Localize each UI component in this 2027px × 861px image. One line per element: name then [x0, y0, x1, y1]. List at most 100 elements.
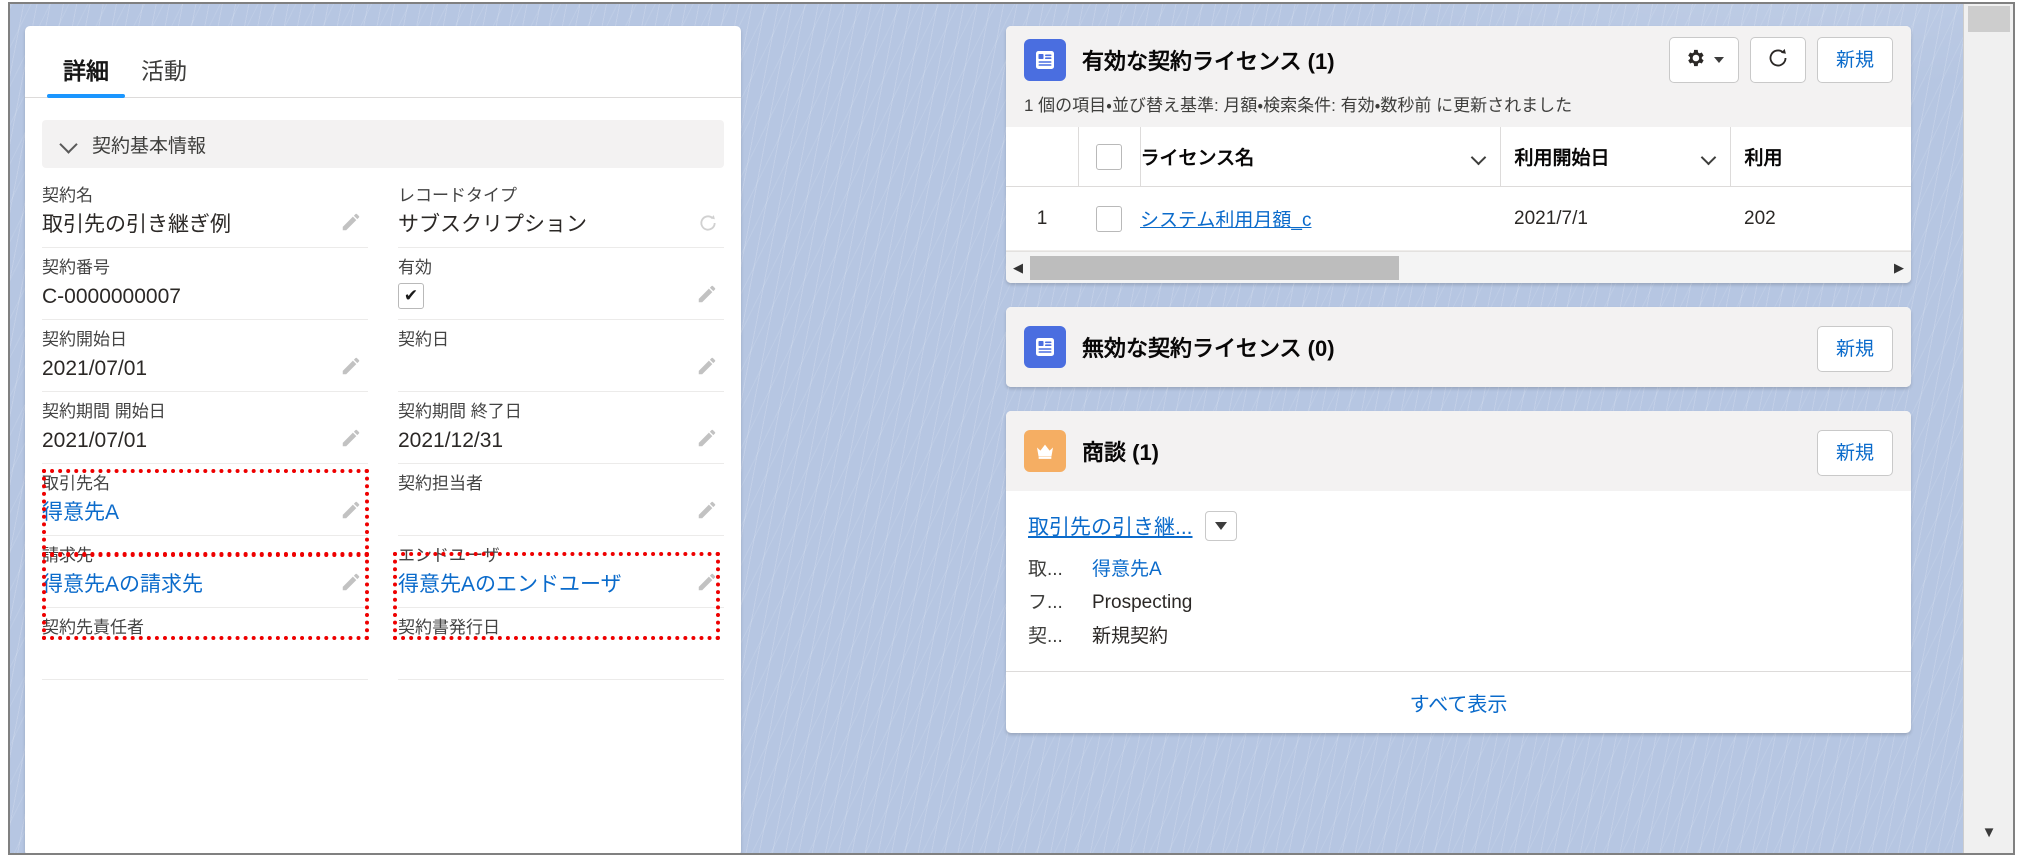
field-value	[398, 355, 724, 382]
active-checkbox[interactable]: ✔	[398, 282, 424, 309]
col-start-date[interactable]: 利用開始日	[1500, 127, 1731, 187]
edit-pencil-icon[interactable]	[340, 499, 362, 521]
field-value: 2021/07/01	[42, 356, 148, 380]
col-end-date[interactable]: 利用	[1730, 127, 1911, 187]
field-value: C-0000000007	[42, 284, 181, 308]
scroll-thumb[interactable]	[1968, 6, 2010, 32]
row-checkbox[interactable]	[1096, 205, 1122, 232]
opportunity-name-link[interactable]: 取引先の引き継...	[1028, 511, 1193, 541]
table-row[interactable]: 1 システム利用月額_c 2021/7/1 202	[1006, 186, 1911, 251]
field-value: サブスクリプション	[398, 212, 587, 236]
cell-select	[1078, 186, 1140, 251]
section-title: 契約基本情報	[92, 135, 207, 157]
card-title-row: 商談 (1)	[1024, 430, 1893, 472]
opportunity-field-value-link[interactable]: 得意先A	[1092, 553, 1162, 586]
field-label: 請求先	[42, 546, 93, 565]
tab-activity[interactable]: 活動	[125, 60, 203, 97]
edit-pencil-icon[interactable]	[340, 211, 362, 233]
license-table: ライセンス名 利用開始日 利用 1 システム利用月額_c 2021/7/1 20…	[1006, 127, 1911, 251]
field-value-wrap: ✔	[398, 282, 724, 310]
chevron-down-icon	[1702, 152, 1716, 161]
opportunity-row-menu-button[interactable]	[1204, 511, 1237, 541]
field-label: 契約名	[42, 186, 93, 205]
edit-pencil-icon[interactable]	[340, 355, 362, 377]
opportunity-field-label: 取...	[1028, 559, 1063, 580]
edit-pencil-icon[interactable]	[696, 571, 718, 593]
field-term-end-date: 契約期間 終了日 2021/12/31	[398, 392, 724, 464]
card-header: 商談 (1) 新規	[1006, 411, 1911, 491]
edit-pencil-icon[interactable]	[696, 283, 718, 305]
field-contract-owner: 契約担当者	[398, 464, 724, 536]
list-item: フ... Prospecting	[1028, 586, 1889, 619]
gear-icon	[1684, 47, 1706, 73]
scroll-right-arrow-icon[interactable]: ▶	[1887, 261, 1911, 274]
new-opportunity-button-label: 新規	[1835, 442, 1874, 464]
field-contract-contact: 契約先責任者	[42, 608, 368, 680]
field-contract-start-date: 契約開始日 2021/07/01	[42, 320, 368, 392]
edit-pencil-icon[interactable]	[696, 355, 718, 377]
new-inactive-license-button-label: 新規	[1835, 338, 1874, 360]
record-detail-panel: 詳細 活動 契約基本情報 契約名 取引先の引き継ぎ例 レコードタイプ サブスクリ…	[25, 26, 741, 853]
field-label: 契約期間 終了日	[398, 402, 522, 421]
field-value-link[interactable]: 得意先Aのエンドユーザ	[398, 571, 724, 598]
chevron-down-icon	[1472, 152, 1486, 161]
license-record-icon	[1024, 39, 1066, 81]
field-label: 有効	[398, 258, 432, 277]
edit-pencil-icon[interactable]	[340, 427, 362, 449]
card-title: 有効な契約ライセンス (1)	[1082, 49, 1335, 74]
chevron-down-icon	[1214, 522, 1227, 530]
field-contract-issue-date: 契約書発行日	[398, 608, 724, 680]
col-license-name[interactable]: ライセンス名	[1140, 127, 1501, 187]
col-end-date-label: 利用	[1744, 148, 1783, 169]
section-header-contract-basic-info[interactable]: 契約基本情報	[42, 120, 724, 168]
list-settings-button[interactable]	[1668, 37, 1739, 83]
view-all-opportunities-link[interactable]: すべて表示	[1006, 670, 1911, 733]
scroll-down-arrow-icon[interactable]: ▼	[1964, 817, 2013, 847]
page-canvas: 詳細 活動 契約基本情報 契約名 取引先の引き継ぎ例 レコードタイプ サブスクリ…	[10, 4, 1963, 853]
new-opportunity-button[interactable]: 新規	[1816, 430, 1893, 476]
field-contract-name: 契約名 取引先の引き継ぎ例	[42, 176, 368, 248]
field-record-type: レコードタイプ サブスクリプション	[398, 176, 724, 248]
field-contract-number: 契約番号 C-0000000007	[42, 248, 368, 320]
field-value-link[interactable]: 得意先Aの請求先	[42, 571, 368, 598]
refresh-icon[interactable]	[698, 213, 718, 233]
col-license-name-label: ライセンス名	[1140, 148, 1255, 169]
field-active: 有効 ✔	[398, 248, 724, 320]
tab-details[interactable]: 詳細	[47, 58, 125, 98]
field-label: 契約期間 開始日	[42, 402, 166, 421]
card-title: 無効な契約ライセンス (0)	[1082, 336, 1335, 361]
window-vertical-scrollbar[interactable]: ▼	[1963, 4, 2013, 853]
detail-tab-bar: 詳細 活動	[25, 26, 741, 98]
field-term-start-date: 契約期間 開始日 2021/07/01	[42, 392, 368, 464]
field-label: 契約書発行日	[398, 618, 500, 637]
scroll-thumb[interactable]	[1030, 256, 1399, 280]
refresh-list-button[interactable]	[1749, 37, 1806, 83]
table-horizontal-scrollbar[interactable]: ◀ ▶	[1006, 251, 1911, 283]
cell-row-number: 1	[1006, 186, 1078, 251]
cell-end-date: 202	[1730, 186, 1911, 251]
scroll-left-arrow-icon[interactable]: ◀	[1006, 261, 1030, 274]
card-subtitle: 1 個の項目・並び替え基準: 月額・検索条件: 有効・数秒前 に更新されました	[1024, 96, 1573, 115]
license-name-link[interactable]: システム利用月額_c	[1140, 210, 1312, 231]
new-inactive-license-button[interactable]: 新規	[1816, 326, 1893, 372]
field-value-link[interactable]: 得意先A	[42, 499, 368, 526]
field-contract-date: 契約日	[398, 320, 724, 392]
field-value: 2021/07/01	[42, 428, 148, 452]
select-all-checkbox[interactable]	[1096, 143, 1122, 170]
license-table-head: ライセンス名 利用開始日 利用	[1006, 127, 1911, 187]
field-label: 取引先名	[42, 474, 110, 493]
edit-pencil-icon[interactable]	[340, 571, 362, 593]
crown-icon	[1024, 430, 1066, 472]
field-value	[398, 643, 724, 670]
field-label: 契約担当者	[398, 474, 483, 493]
scroll-track[interactable]	[1030, 256, 1887, 280]
field-value: 2021/12/31	[398, 428, 504, 452]
view-all-label: すべて表示	[1409, 693, 1508, 716]
edit-pencil-icon[interactable]	[696, 499, 718, 521]
detail-field-grid: 契約名 取引先の引き継ぎ例 レコードタイプ サブスクリプション 契約番号 C-0…	[25, 168, 741, 680]
card-title: 商談 (1)	[1082, 440, 1160, 465]
card-header: 有効な契約ライセンス (1) 新規 1 個の項目・並び替え基準: 月額・検索条件…	[1006, 26, 1911, 127]
edit-pencil-icon[interactable]	[696, 427, 718, 449]
new-license-button[interactable]: 新規	[1816, 37, 1893, 83]
tab-details-label: 詳細	[63, 58, 109, 84]
